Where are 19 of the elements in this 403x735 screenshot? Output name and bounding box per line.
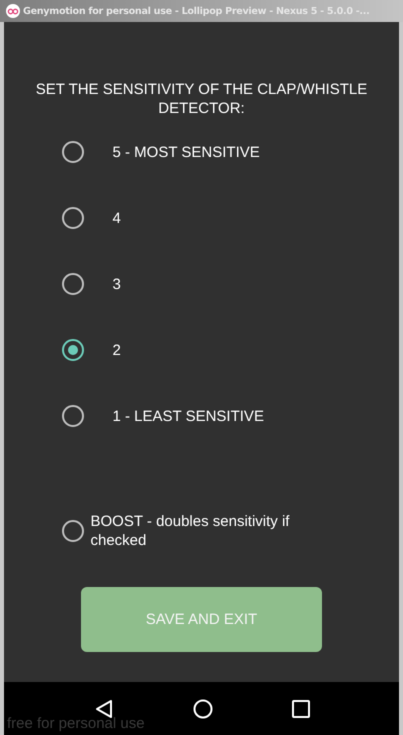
option-label: 2 [112, 342, 121, 358]
heading: SET THE SENSITIVITY OF THE CLAP/WHISTLE DETECTOR: [34, 80, 368, 118]
option-label: 1 - LEAST SENSITIVE [112, 408, 264, 424]
radio-button[interactable] [62, 339, 84, 361]
option-label: 3 [112, 276, 121, 292]
radio-button[interactable] [62, 207, 84, 229]
save-button[interactable]: SAVE AND EXIT [81, 587, 322, 652]
option-label: 5 - MOST SENSITIVE [112, 144, 260, 160]
overlay-text: free for personal use [7, 715, 145, 732]
option-label: 4 [112, 210, 121, 226]
radio-button[interactable] [62, 273, 84, 295]
logo-icon [6, 4, 20, 18]
home-icon[interactable] [192, 698, 212, 718]
radio-button[interactable] [62, 405, 84, 427]
radio-button[interactable] [62, 141, 84, 163]
recents-icon[interactable] [292, 700, 310, 718]
checkbox[interactable] [62, 520, 84, 542]
back-icon[interactable] [94, 698, 114, 718]
boost-label: BOOST - doubles sensitivity if checked [90, 512, 290, 550]
